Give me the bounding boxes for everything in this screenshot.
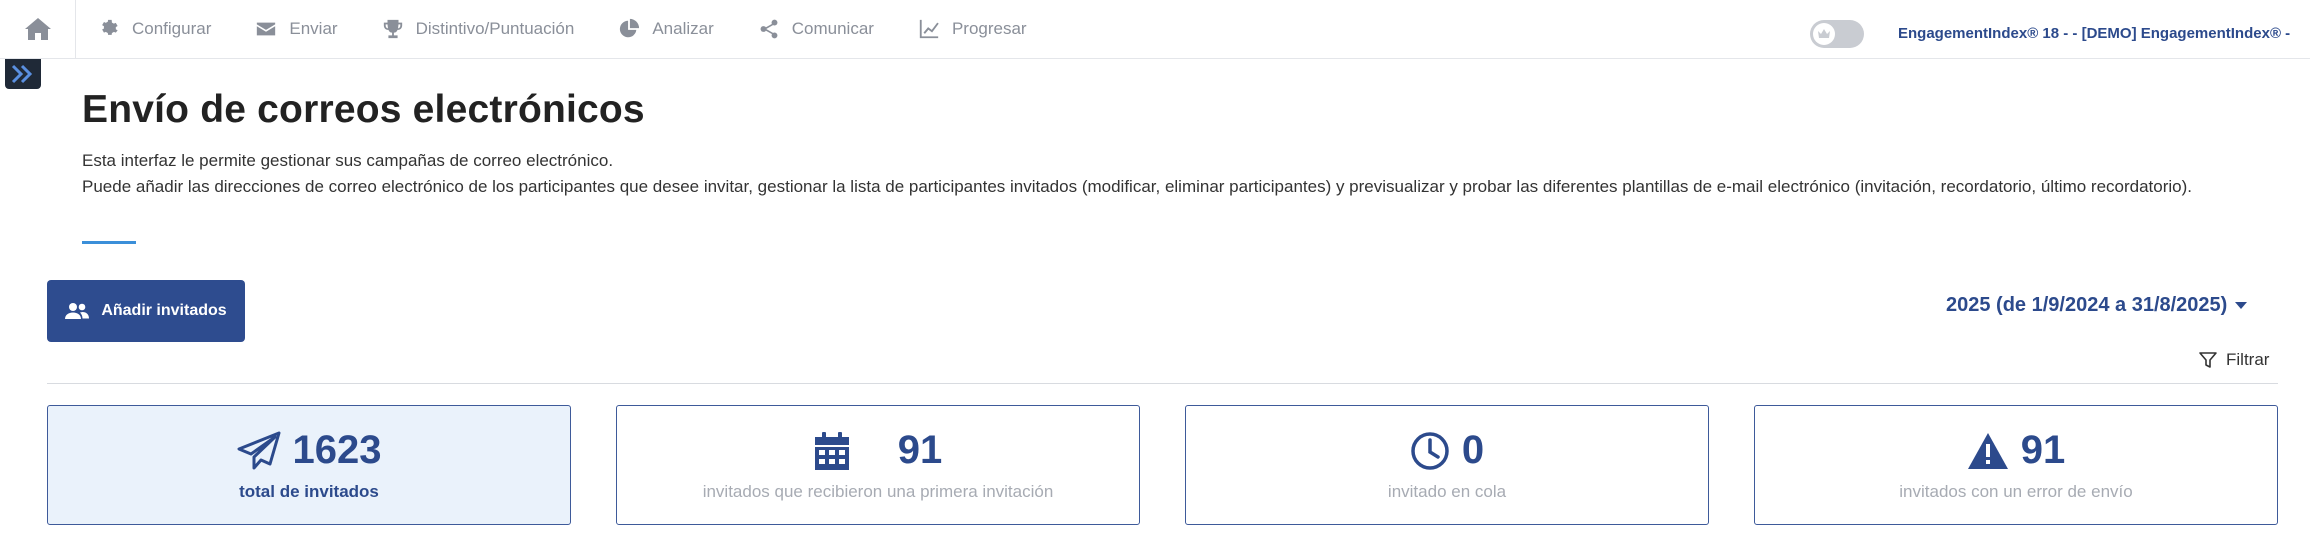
stat-label: invitados con un error de envío (1899, 482, 2133, 501)
nav-label: Distintivo/Puntuación (415, 19, 575, 38)
users-icon (65, 303, 90, 319)
home-icon (24, 18, 51, 40)
caret-down-icon (2235, 301, 2248, 309)
period-selector[interactable]: 2025 (de 1/9/2024 a 31/8/2025) (1946, 294, 2248, 317)
gear-icon (102, 19, 118, 35)
home-button[interactable] (0, 0, 76, 59)
stat-card-total-invitees[interactable]: 1623 total de invitados (47, 405, 571, 525)
nav-configurar[interactable]: Configurar (98, 18, 211, 40)
stat-label: invitados que recibieron una primera inv… (702, 482, 1054, 501)
top-navigation: Configurar Enviar Distintivo/Puntuación … (0, 0, 2310, 59)
nav-distintivo[interactable]: Distintivo/Puntuación (382, 18, 575, 40)
nav-comunicar[interactable]: Comunicar (758, 18, 874, 40)
nav-label: Progresar (951, 19, 1027, 38)
organization-label[interactable]: EngagementIndex® 18 - - [DEMO] Engagemen… (1898, 25, 2290, 42)
nav-enviar[interactable]: Enviar (255, 18, 338, 40)
stat-card-first-invitation[interactable]: 91 invitados que recibieron una primera … (616, 405, 1140, 525)
stat-card-send-errors[interactable]: 91 invitados con un error de envío (1754, 405, 2278, 525)
add-invitees-label: Añadir invitados (101, 302, 227, 319)
stat-value: 91 (897, 428, 943, 472)
nav-label: Enviar (289, 19, 338, 38)
trophy-icon (383, 19, 402, 39)
page-description: Esta interfaz le permite gestionar sus c… (82, 148, 2262, 200)
description-line: Puede añadir las direcciones de correo e… (82, 177, 2193, 196)
page-title: Envío de correos electrónicos (82, 88, 645, 131)
description-line: Esta interfaz le permite gestionar sus c… (82, 151, 614, 170)
mode-toggle[interactable] (1810, 20, 1864, 48)
nav-label: Configurar (132, 19, 212, 38)
add-invitees-button[interactable]: Añadir invitados (47, 280, 245, 342)
stat-card-queued[interactable]: 0 invitado en cola (1185, 405, 1709, 525)
crown-icon (1818, 29, 1830, 38)
stat-label: invitado en cola (1387, 482, 1507, 501)
warning-icon (1967, 432, 2008, 469)
share-icon (760, 19, 778, 39)
double-chevron-right-icon (11, 64, 33, 84)
stat-value: 0 (1461, 428, 1485, 472)
calendar-icon (814, 431, 849, 470)
paper-plane-icon (237, 431, 280, 469)
divider (47, 383, 2278, 384)
stat-label: total de invitados (239, 482, 379, 501)
clock-icon (1411, 431, 1449, 470)
filter-label: Filtrar (2226, 350, 2270, 369)
filter-button[interactable]: Filtrar (2198, 350, 2269, 370)
line-chart-icon (919, 19, 939, 39)
stat-value: 91 (2020, 428, 2066, 472)
title-underline (82, 241, 136, 244)
envelope-icon (257, 22, 276, 36)
filter-icon (2199, 352, 2217, 368)
nav-analizar[interactable]: Analizar (618, 18, 714, 40)
pie-chart-icon (620, 18, 640, 38)
sidebar-expand-button[interactable] (5, 59, 41, 89)
period-label: 2025 (de 1/9/2024 a 31/8/2025) (1946, 294, 2228, 316)
nav-progresar[interactable]: Progresar (918, 18, 1027, 40)
nav-label: Comunicar (791, 19, 874, 38)
nav-label: Analizar (652, 19, 714, 38)
toggle-knob (1813, 23, 1835, 45)
stat-value: 1623 (292, 428, 382, 472)
